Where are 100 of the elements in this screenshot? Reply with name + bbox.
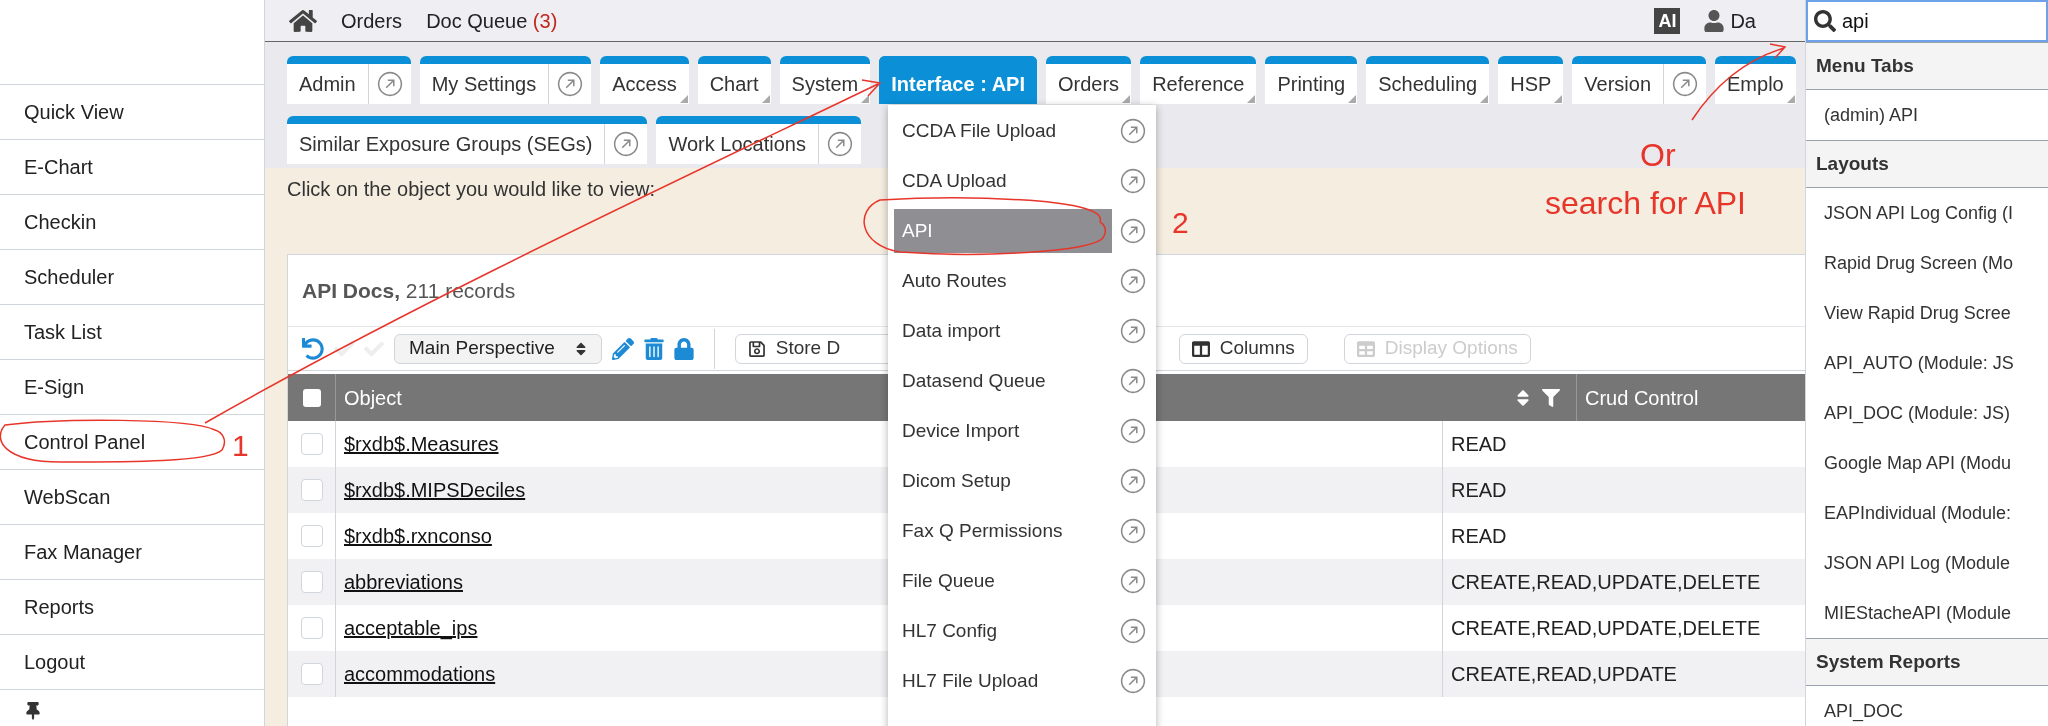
column-header[interactable]: Object [344, 382, 402, 413]
object-link[interactable]: acceptable_ips [344, 613, 478, 643]
search-result[interactable]: Google Map API (Modu [1806, 438, 2048, 488]
menu-item[interactable]: HL7 Config [894, 609, 1112, 653]
pin-icon[interactable] [24, 702, 42, 720]
popout-icon[interactable] [557, 71, 584, 97]
perspective-select[interactable]: Main Perspective [394, 333, 602, 364]
filter-icon[interactable] [1542, 388, 1560, 407]
menu-item[interactable]: HL7 File Upload [894, 659, 1112, 703]
corner-triangle-icon [679, 95, 688, 103]
section-header: System Reports [1806, 638, 2048, 686]
search-result[interactable]: MIEStacheAPI (Module [1806, 588, 2048, 638]
home-icon[interactable] [289, 7, 317, 34]
menu-tab[interactable]: Reference [1140, 56, 1257, 104]
popout-icon[interactable] [1120, 618, 1146, 644]
menu-item[interactable]: Dicom Setup [894, 459, 1112, 503]
sidebar-item[interactable]: Checkin [0, 195, 264, 250]
menu-tab[interactable]: HSP [1498, 56, 1564, 104]
search-result[interactable]: (admin) API [1806, 90, 2048, 140]
popout-icon[interactable] [1672, 71, 1699, 97]
popout-icon[interactable] [1120, 318, 1146, 344]
menu-item[interactable]: Auto Routes [894, 259, 1112, 303]
corner-triangle-icon [1786, 95, 1795, 103]
menu-item[interactable]: Datasend Queue [894, 359, 1112, 403]
instruction-text: Click on the object you would like to view: [287, 178, 655, 200]
menu-item[interactable]: Device Import [894, 409, 1112, 453]
sidebar-item[interactable]: Reports [0, 580, 264, 635]
lock-icon[interactable] [673, 337, 694, 360]
object-link[interactable]: $rxdb$.Measures [344, 429, 499, 459]
row-checkbox[interactable] [300, 571, 323, 593]
row-checkbox[interactable] [300, 433, 323, 455]
column-header[interactable]: Crud Control [1585, 382, 1699, 413]
sidebar-item[interactable]: Scheduler [0, 250, 264, 305]
object-link[interactable]: $rxdb$.rxnconso [344, 521, 492, 551]
sidebar-item[interactable]: Task List [0, 305, 264, 360]
row-checkbox[interactable] [300, 525, 323, 547]
object-link[interactable]: $rxdb$.MIPSDeciles [344, 475, 526, 505]
delete-icon[interactable] [643, 337, 664, 360]
popout-icon[interactable] [1120, 118, 1146, 144]
sidebar-item[interactable]: E-Chart [0, 140, 264, 195]
menu-tab[interactable]: Emplo [1715, 56, 1796, 104]
sidebar-item[interactable]: Fax Manager [0, 525, 264, 580]
row-checkbox[interactable] [300, 617, 323, 639]
annotation-text: Or [1640, 137, 1676, 173]
popout-icon[interactable] [1120, 218, 1146, 244]
search-field[interactable]: api [1806, 0, 2048, 42]
sidebar-item[interactable]: E-Sign [0, 360, 264, 415]
menu-tab[interactable]: Printing [1265, 56, 1358, 104]
menu-tab[interactable]: System [779, 56, 871, 104]
search-result[interactable]: JSON API Log Config (I [1806, 188, 2048, 238]
menu-tab[interactable]: Scheduling [1366, 56, 1490, 104]
menu-tab[interactable]: Similar Exposure Groups (SEGs) [287, 116, 648, 164]
search-result[interactable]: API_AUTO (Module: JS [1806, 338, 2048, 388]
menu-tab[interactable]: Interface : API [879, 56, 1037, 104]
menu-tab[interactable]: Chart [697, 56, 771, 104]
search-result[interactable]: EAPIndividual (Module: [1806, 488, 2048, 538]
menu-item[interactable]: CCDA File Upload [894, 109, 1112, 153]
menu-item[interactable]: File Queue [894, 559, 1112, 603]
sidebar-item[interactable]: Quick View [0, 85, 264, 140]
corner-triangle-icon [861, 95, 870, 103]
menu-tab[interactable]: Admin [287, 56, 411, 104]
annotation-text: 2 [1172, 206, 1189, 239]
top-link[interactable]: Doc Queue (3) [426, 5, 558, 36]
ai-badge[interactable]: AI [1654, 7, 1681, 34]
row-checkbox[interactable] [300, 479, 323, 501]
search-result[interactable]: JSON API Log (Module [1806, 538, 2048, 588]
popout-icon[interactable] [1120, 668, 1146, 694]
toolbar-button[interactable]: Columns [1178, 333, 1308, 364]
menu-tab[interactable]: My Settings [419, 56, 592, 104]
search-result[interactable]: API_DOC [1806, 686, 2048, 726]
menu-tab[interactable]: Access [600, 56, 689, 104]
user-icon [1704, 9, 1725, 32]
popout-icon[interactable] [1120, 368, 1146, 394]
sidebar-item[interactable]: Logout [0, 635, 264, 690]
popout-icon[interactable] [1120, 518, 1146, 544]
menu-item[interactable]: Fax Q Permissions [894, 509, 1112, 553]
sidebar-item[interactable]: WebScan [0, 470, 264, 525]
menu-tab[interactable]: Orders [1046, 56, 1132, 104]
top-link[interactable]: Orders [341, 5, 403, 36]
popout-icon[interactable] [1120, 268, 1146, 294]
columns-icon [1191, 339, 1210, 358]
popout-icon[interactable] [1120, 468, 1146, 494]
header-checkbox[interactable] [302, 388, 321, 407]
popout-icon[interactable] [613, 131, 640, 157]
search-result[interactable]: API_DOC (Module: JS) [1806, 388, 2048, 438]
row-checkbox[interactable] [300, 663, 323, 685]
popout-icon[interactable] [1120, 418, 1146, 444]
menu-item[interactable]: CDA Upload [894, 159, 1112, 203]
table-cell-text: CREATE,READ,UPDATE [1451, 662, 1677, 687]
edit-icon[interactable] [611, 337, 634, 360]
refresh-icon[interactable] [302, 337, 324, 360]
popout-icon[interactable] [826, 131, 853, 157]
user-name[interactable]: Da [1730, 5, 1756, 36]
object-link[interactable]: accommodations [344, 659, 496, 689]
popout-icon[interactable] [376, 71, 403, 97]
object-link[interactable]: abbreviations [344, 567, 463, 597]
popout-icon[interactable] [1120, 568, 1146, 594]
sort-icon[interactable] [1516, 387, 1530, 408]
popout-icon[interactable] [1120, 168, 1146, 194]
menu-tab[interactable]: Version [1572, 56, 1707, 104]
